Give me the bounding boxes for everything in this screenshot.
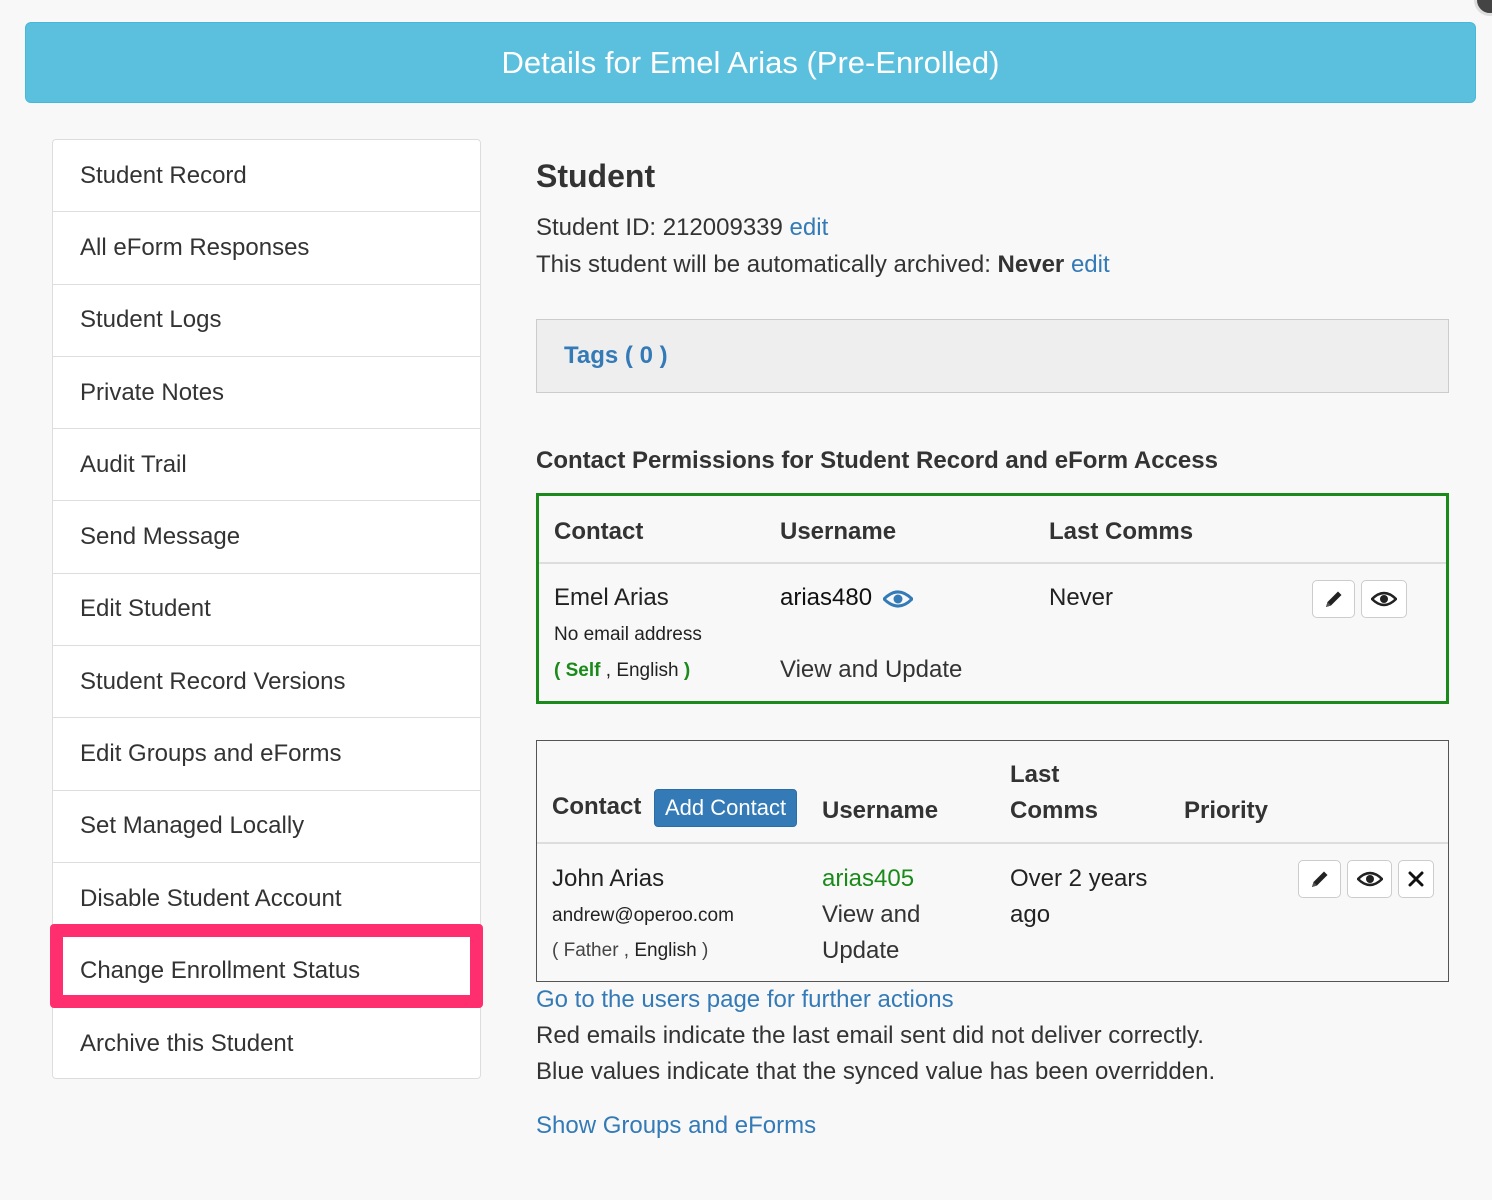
column-header-username: Username — [780, 518, 897, 545]
sidebar-item-private-notes[interactable]: Private Notes — [53, 357, 480, 430]
sidebar-item-set-managed-locally[interactable]: Set Managed Locally — [53, 791, 480, 863]
permissions-table: Contact Username Last Comms Emel Arias N… — [536, 493, 1449, 704]
sidebar-item-label: Set Managed Locally — [80, 812, 305, 840]
archive-text: This student will be automatically archi… — [536, 251, 991, 278]
eye-icon — [1356, 871, 1383, 887]
close-icon — [1408, 871, 1424, 887]
relation-open: ( — [554, 660, 561, 681]
header-divider — [539, 562, 1446, 564]
access-line-1: View and — [822, 901, 921, 928]
sidebar-item-audit-trail[interactable]: Audit Trail — [53, 429, 480, 502]
contact-email: No email address — [554, 624, 702, 645]
eye-icon — [1371, 591, 1397, 607]
username-value: arias480 — [780, 584, 873, 611]
sidebar-item-send-message[interactable]: Send Message — [53, 501, 480, 574]
sidebar-menu: Student Record All eForm Responses Stude… — [52, 139, 481, 1079]
sidebar-item-student-record-versions[interactable]: Student Record Versions — [53, 646, 480, 719]
column-header-username: Username — [822, 797, 939, 824]
last-comms-link-continued[interactable]: ago — [1010, 901, 1050, 929]
last-comms-link[interactable]: Over 2 years — [1010, 865, 1147, 893]
users-page-link[interactable]: Go to the users page for further actions — [536, 986, 954, 1014]
section-title: Student — [536, 158, 656, 194]
sidebar-item-edit-groups-eforms[interactable]: Edit Groups and eForms — [53, 718, 480, 791]
tags-toggle[interactable]: Tags ( 0 ) — [564, 342, 668, 370]
blue-value-note: Blue values indicate that the synced val… — [536, 1058, 1216, 1085]
eye-icon[interactable] — [881, 589, 914, 609]
view-contact-button[interactable] — [1361, 580, 1407, 618]
sidebar-item-change-enrollment-status[interactable]: Change Enrollment Status — [53, 935, 480, 1008]
archive-value: Never — [997, 251, 1065, 278]
page-header: Details for Emel Arias (Pre-Enrolled) — [25, 22, 1476, 103]
contacts-table: Contact Add Contact Username Last Comms … — [536, 740, 1449, 982]
column-header-comms: Comms — [1010, 797, 1099, 824]
pencil-icon — [1325, 591, 1341, 607]
header-divider — [537, 842, 1448, 844]
sidebar-item-label: Student Record Versions — [80, 667, 346, 695]
edit-student-id-link[interactable]: edit — [790, 214, 829, 241]
contact-relation: ( Father , English ) — [552, 940, 708, 962]
relation-comma: , — [605, 660, 612, 681]
sidebar-item-label: Archive this Student — [80, 1029, 294, 1057]
sidebar-item-student-logs[interactable]: Student Logs — [53, 285, 480, 357]
window-corner-icon — [1474, 0, 1492, 16]
sidebar-item-edit-student[interactable]: Edit Student — [53, 574, 480, 647]
relation-close: ) — [683, 660, 691, 681]
sidebar-item-label: Change Enrollment Status — [80, 956, 361, 984]
show-groups-link[interactable]: Show Groups and eForms — [536, 1112, 816, 1140]
last-comms-link[interactable]: Never — [1049, 584, 1113, 612]
contact-email: andrew@operoo.com — [552, 905, 734, 926]
relation-close: ) — [701, 940, 709, 961]
column-header-priority: Priority — [1184, 797, 1269, 824]
sidebar-item-label: Student Logs — [80, 306, 222, 334]
pencil-icon — [1311, 871, 1327, 887]
edit-contact-button[interactable] — [1298, 860, 1341, 898]
sidebar-item-label: Private Notes — [80, 378, 225, 406]
permissions-title: Contact Permissions for Student Record a… — [536, 447, 1218, 474]
sidebar-item-label: Edit Groups and eForms — [80, 740, 342, 768]
column-header-last: Last — [1010, 761, 1060, 788]
column-header-last-comms: Last Comms — [1049, 518, 1194, 545]
red-email-note: Red emails indicate the last email sent … — [536, 1022, 1204, 1049]
sidebar-item-label: All eForm Responses — [80, 233, 310, 261]
access-level: View and Update — [780, 656, 963, 683]
contact-relation: ( Self , English ) — [554, 660, 690, 682]
contact-name: Emel Arias — [554, 584, 669, 611]
access-line-2: Update — [822, 937, 900, 964]
sidebar-item-label: Send Message — [80, 523, 241, 551]
sidebar-item-label: Student Record — [80, 161, 247, 189]
language-value: English — [616, 660, 679, 681]
contact-name: John Arias — [552, 865, 665, 892]
column-header-contact: Contact — [552, 793, 642, 820]
username-value: arias405 — [822, 865, 915, 892]
page-title: Details for Emel Arias (Pre-Enrolled) — [501, 44, 1000, 80]
archive-line: This student will be automatically archi… — [536, 251, 1110, 279]
sidebar-item-disable-student-account[interactable]: Disable Student Account — [53, 863, 480, 936]
sidebar-item-student-record[interactable]: Student Record — [53, 140, 480, 213]
username-cell: arias480 — [780, 584, 914, 612]
edit-contact-button[interactable] — [1312, 580, 1355, 618]
language-value: English — [634, 940, 697, 961]
column-header-contact: Contact — [554, 518, 644, 545]
sidebar-item-all-eform-responses[interactable]: All eForm Responses — [53, 212, 480, 285]
sidebar-item-archive-student[interactable]: Archive this Student — [53, 1008, 480, 1080]
add-contact-button[interactable]: Add Contact — [654, 789, 798, 827]
student-id-text: Student ID: 212009339 — [536, 214, 783, 241]
relation-value: ( Father , — [552, 940, 630, 961]
remove-contact-button[interactable] — [1398, 860, 1434, 898]
tags-panel: Tags ( 0 ) — [536, 319, 1449, 393]
sidebar-item-label: Disable Student Account — [80, 884, 342, 912]
sidebar-item-label: Audit Trail — [80, 450, 187, 478]
sidebar-item-label: Edit Student — [80, 595, 211, 623]
view-contact-button[interactable] — [1347, 860, 1392, 898]
relation-value: Self — [565, 660, 601, 681]
student-id-line: Student ID: 212009339 edit — [536, 214, 828, 242]
edit-archive-link[interactable]: edit — [1071, 251, 1110, 278]
